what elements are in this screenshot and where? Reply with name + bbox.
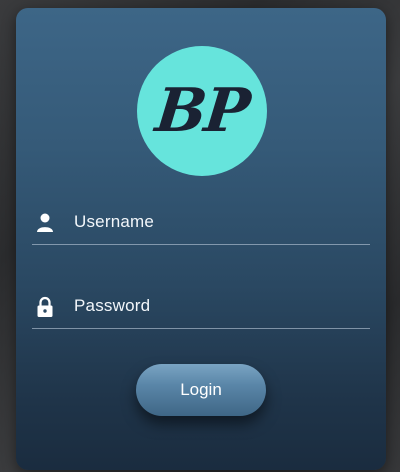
password-placeholder: Password <box>74 296 151 315</box>
login-button[interactable]: Login <box>136 364 266 416</box>
password-field[interactable]: Password <box>32 288 370 329</box>
username-field[interactable]: Username <box>32 204 370 245</box>
username-placeholder: Username <box>74 212 155 231</box>
lock-icon <box>37 296 53 317</box>
logo-text: BP <box>152 76 252 146</box>
login-card: BP Username Password Login <box>16 8 386 470</box>
user-icon <box>37 213 53 232</box>
login-button-label: Login <box>180 380 222 399</box>
logo-badge: BP <box>137 46 267 176</box>
